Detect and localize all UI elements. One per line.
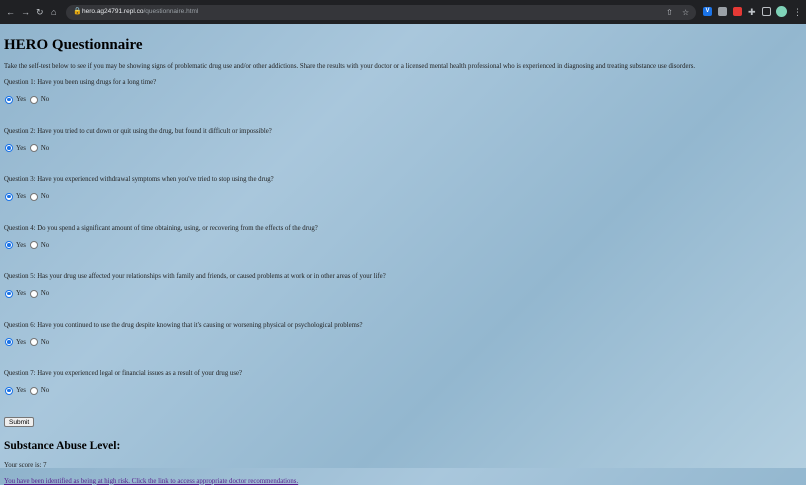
no-label: No bbox=[40, 387, 50, 394]
url-host: hero.ag24791.repl.co bbox=[82, 8, 144, 15]
question-text: Question 5: Has your drug use affected y… bbox=[4, 273, 386, 280]
question-text: Question 2: Have you tried to cut down o… bbox=[4, 127, 272, 135]
page-content: HERO Questionnaire Take the self-test be… bbox=[4, 24, 802, 485]
intro-text: Take the self-test below to see if you m… bbox=[4, 63, 696, 70]
answer-group: Yes No bbox=[4, 288, 802, 299]
extensions-puzzle-icon[interactable]: ✚ bbox=[748, 6, 756, 18]
extension-v-icon[interactable]: V bbox=[703, 7, 712, 16]
no-label: No bbox=[40, 144, 50, 152]
extension-grid-icon[interactable] bbox=[718, 7, 727, 16]
no-radio[interactable] bbox=[29, 241, 38, 249]
side-panel-icon[interactable] bbox=[762, 7, 771, 16]
answer-group: Yes No bbox=[4, 385, 802, 396]
substance-abuse-level-heading: Substance Abuse Level: bbox=[4, 439, 121, 452]
no-radio[interactable] bbox=[29, 192, 38, 201]
yes-label: Yes bbox=[16, 144, 26, 152]
answer-group: Yes No bbox=[4, 337, 802, 348]
extension-red-icon[interactable] bbox=[733, 7, 742, 16]
lock-icon[interactable]: 🔒 bbox=[73, 7, 82, 15]
answer-group: Yes No bbox=[4, 143, 802, 154]
yes-radio[interactable] bbox=[5, 192, 13, 201]
answer-group: Yes No bbox=[4, 240, 802, 251]
share-icon[interactable]: ⇧ bbox=[666, 8, 673, 17]
address-bar[interactable]: 🔒 hero.ag24791.repl.co/questionnaire.htm… bbox=[66, 5, 696, 20]
profile-avatar[interactable] bbox=[776, 6, 787, 17]
no-label: No bbox=[40, 241, 50, 249]
home-icon[interactable]: ⌂ bbox=[51, 6, 56, 18]
question-block: Question 1: Have you been using drugs fo… bbox=[4, 78, 802, 120]
no-radio[interactable] bbox=[29, 386, 38, 395]
questionnaire-form: Question 1: Have you been using drugs fo… bbox=[4, 78, 802, 429]
yes-radio[interactable] bbox=[5, 338, 13, 346]
no-radio[interactable] bbox=[29, 289, 38, 298]
forward-icon[interactable]: → bbox=[21, 6, 30, 18]
bookmark-star-icon[interactable]: ☆ bbox=[682, 8, 689, 17]
browser-toolbar: ← → ↻ ⌂ 🔒 hero.ag24791.repl.co/questionn… bbox=[0, 0, 806, 24]
question-text: Question 3: Have you experienced withdra… bbox=[4, 176, 274, 183]
url-text[interactable]: hero.ag24791.repl.co/questionnaire.html bbox=[82, 8, 198, 15]
yes-radio[interactable] bbox=[5, 289, 13, 298]
yes-label: Yes bbox=[16, 193, 26, 200]
question-block: Question 5: Has your drug use affected y… bbox=[4, 272, 802, 314]
answer-group: Yes No bbox=[4, 191, 802, 202]
no-radio[interactable] bbox=[29, 338, 38, 346]
no-label: No bbox=[40, 96, 50, 103]
no-label: No bbox=[40, 290, 50, 297]
submit-button[interactable]: Submit bbox=[4, 416, 35, 427]
yes-radio[interactable] bbox=[5, 95, 13, 104]
question-block: Question 4: Do you spend a significant a… bbox=[4, 224, 802, 266]
back-icon[interactable]: ← bbox=[6, 6, 15, 18]
score-text: Your score is: 7 bbox=[4, 461, 47, 469]
question-text: Question 6: Have you continued to use th… bbox=[4, 321, 363, 329]
url-path: /questionnaire.html bbox=[143, 8, 199, 15]
no-radio[interactable] bbox=[29, 144, 38, 152]
yes-radio[interactable] bbox=[5, 386, 13, 395]
no-radio[interactable] bbox=[29, 95, 38, 104]
question-text: Question 7: Have you experienced legal o… bbox=[4, 370, 243, 377]
no-label: No bbox=[40, 338, 50, 346]
yes-label: Yes bbox=[16, 387, 26, 394]
doctor-recommendations-link[interactable]: You have been identified as being at hig… bbox=[4, 478, 802, 485]
yes-label: Yes bbox=[16, 290, 26, 297]
question-block: Question 3: Have you experienced withdra… bbox=[4, 175, 802, 217]
question-text: Question 1: Have you been using drugs fo… bbox=[4, 79, 157, 86]
yes-radio[interactable] bbox=[5, 144, 13, 152]
yes-label: Yes bbox=[16, 96, 26, 103]
no-label: No bbox=[40, 193, 50, 200]
menu-kebab-icon[interactable]: ⋮ bbox=[793, 6, 802, 18]
yes-label: Yes bbox=[16, 338, 26, 346]
page-title: HERO Questionnaire bbox=[4, 37, 143, 53]
question-block: Question 7: Have you experienced legal o… bbox=[4, 369, 802, 411]
yes-label: Yes bbox=[16, 241, 26, 249]
question-block: Question 2: Have you tried to cut down o… bbox=[4, 127, 802, 169]
question-block: Question 6: Have you continued to use th… bbox=[4, 321, 802, 363]
yes-radio[interactable] bbox=[5, 241, 13, 249]
answer-group: Yes No bbox=[4, 94, 802, 105]
question-text: Question 4: Do you spend a significant a… bbox=[4, 224, 318, 232]
reload-icon[interactable]: ↻ bbox=[36, 6, 44, 18]
